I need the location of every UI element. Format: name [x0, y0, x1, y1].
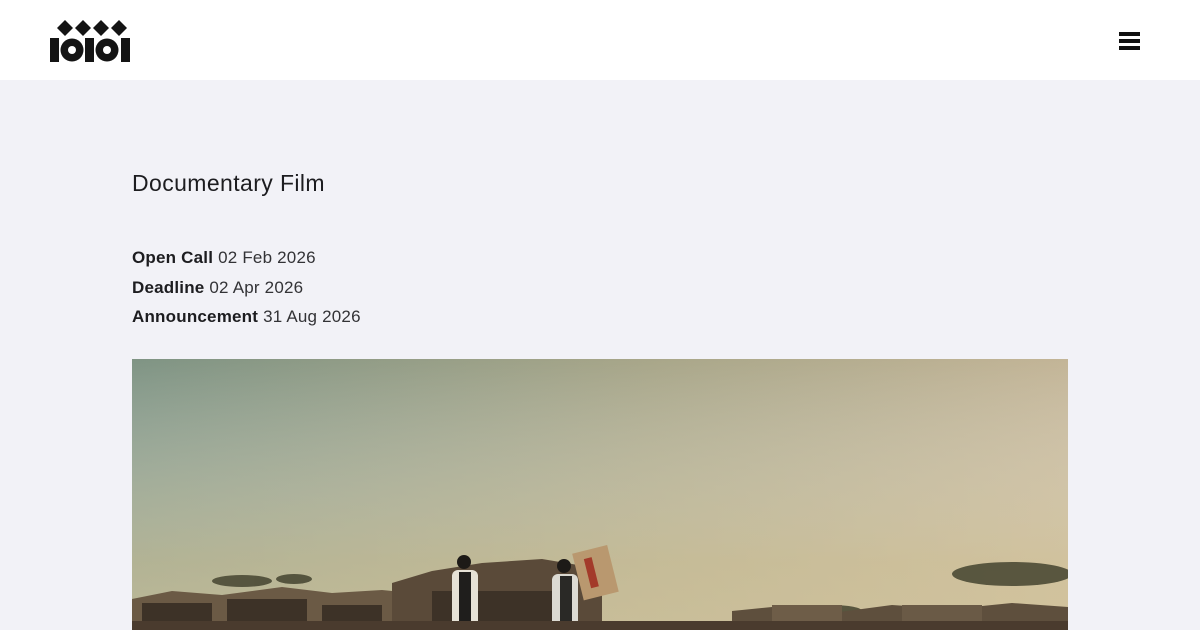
- date-label: Open Call: [132, 248, 214, 267]
- date-row-open-call: Open Call 02 Feb 2026: [132, 246, 361, 276]
- menu-bar: [1119, 32, 1140, 36]
- date-label: Deadline: [132, 277, 205, 297]
- ioioi-logo-icon: [50, 20, 130, 62]
- date-row-announcement: Announcement 31 Aug 2026: [132, 305, 361, 335]
- date-value: 31 Aug 2026: [263, 307, 361, 326]
- site-logo[interactable]: [50, 20, 130, 62]
- date-row-deadline: Deadline 02 Apr 2026: [132, 276, 361, 306]
- date-value: 02 Apr 2026: [209, 277, 304, 297]
- hero-image: [132, 359, 1068, 630]
- menu-bar: [1119, 39, 1140, 43]
- dates-list: Open Call 02 Feb 2026 Deadline 02 Apr 20…: [132, 246, 361, 335]
- date-label: Announcement: [132, 307, 259, 326]
- desert-village-photo: [132, 359, 1068, 630]
- date-value: 02 Feb 2026: [218, 248, 316, 267]
- page-title: Documentary Film: [132, 170, 325, 196]
- hamburger-menu-icon[interactable]: [1112, 28, 1146, 58]
- menu-bar: [1119, 46, 1140, 50]
- top-navigation-bar: [0, 0, 1200, 80]
